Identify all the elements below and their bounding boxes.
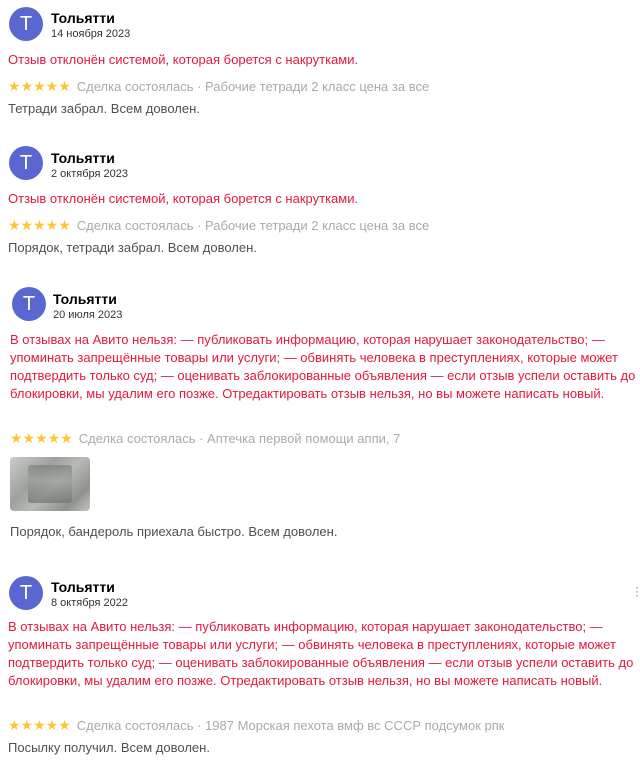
deal-info: Сделка состоялась · Рабочие тетради 2 кл… xyxy=(76,218,430,233)
rating-stars-icon: ★★★★★ xyxy=(8,717,71,733)
vertical-dots-icon[interactable]: · · · xyxy=(635,581,639,601)
review-text: Посылку получил. Всем доволен. xyxy=(8,740,210,755)
moderation-status: Отзыв отклонён системой, которая борется… xyxy=(8,52,359,67)
avatar[interactable]: Т xyxy=(9,576,43,610)
review-date: 2 октября 2023 xyxy=(51,168,128,180)
moderation-restrictions: В отзывах на Авито нельзя: — публиковать… xyxy=(10,332,636,401)
avatar[interactable]: Т xyxy=(9,7,43,41)
deal-info: Сделка состоялась · Аптечка первой помощ… xyxy=(78,431,401,446)
avatar[interactable]: Т xyxy=(12,287,46,321)
review-text: Порядок, бандероль приехала быстро. Всем… xyxy=(10,524,338,539)
review-meta: ★★★★★ Сделка состоялась · Аптечка первой … xyxy=(10,430,400,447)
avatar[interactable]: Т xyxy=(9,146,43,180)
moderation-restrictions: В отзывах на Авито нельзя: — публиковать… xyxy=(8,619,634,688)
rating-stars-icon: ★★★★★ xyxy=(8,217,71,233)
review-date: 20 июля 2023 xyxy=(53,309,123,321)
review-date: 8 октября 2022 xyxy=(51,597,128,609)
rating-stars-icon: ★★★★★ xyxy=(8,78,71,94)
review-text: Порядок, тетради забрал. Всем доволен. xyxy=(8,240,257,255)
author-name[interactable]: Тольятти xyxy=(51,10,115,26)
review-text: Тетради забрал. Всем доволен. xyxy=(8,101,200,116)
deal-info: Сделка состоялась · 1987 Морская пехота … xyxy=(76,718,505,733)
review-meta: ★★★★★ Сделка состоялась · 1987 Морская пе… xyxy=(8,717,504,734)
review-photo[interactable] xyxy=(10,457,90,511)
moderation-status: Отзыв отклонён системой, которая борется… xyxy=(8,191,359,206)
deal-info: Сделка состоялась · Рабочие тетради 2 кл… xyxy=(76,79,430,94)
author-name[interactable]: Тольятти xyxy=(51,579,115,595)
rating-stars-icon: ★★★★★ xyxy=(10,430,73,446)
review-meta: ★★★★★ Сделка состоялась · Рабочие тетради… xyxy=(8,78,429,95)
author-name[interactable]: Тольятти xyxy=(53,291,117,307)
author-name[interactable]: Тольятти xyxy=(51,150,115,166)
review-meta: ★★★★★ Сделка состоялась · Рабочие тетради… xyxy=(8,217,429,234)
review-date: 14 ноября 2023 xyxy=(51,28,131,40)
